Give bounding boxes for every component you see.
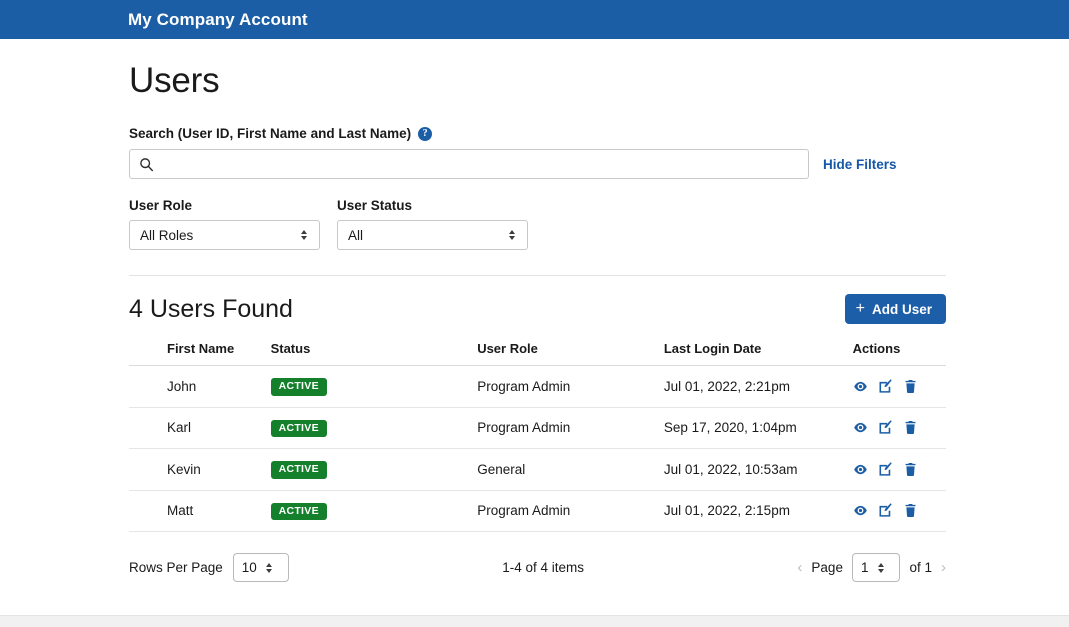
pagination-bar: Rows Per Page 10 1-4 of 4 items ‹ Page 1…: [129, 553, 946, 583]
search-label-row: Search (User ID, First Name and Last Nam…: [129, 126, 946, 141]
chevron-left-icon[interactable]: ‹: [797, 559, 802, 576]
search-input-wrapper[interactable]: [129, 149, 809, 179]
view-eye-icon[interactable]: [853, 379, 868, 394]
app-header: My Company Account: [0, 0, 1069, 39]
section-divider: [129, 275, 946, 276]
filters-row: User Role All Roles User Status All: [129, 198, 946, 250]
table-header-row: First Name Status User Role Last Login D…: [129, 341, 946, 366]
cell-actions: [852, 448, 946, 491]
table-row: Kevin ACTIVE General Jul 01, 2022, 10:53…: [129, 448, 946, 491]
footer-strip: [0, 615, 1069, 627]
add-user-label: Add User: [871, 301, 932, 317]
page-content: Users Search (User ID, First Name and La…: [0, 39, 1069, 583]
page-label: Page: [811, 560, 843, 576]
rows-per-page-value: 10: [241, 560, 257, 576]
table-row: Karl ACTIVE Program Admin Sep 17, 2020, …: [129, 407, 946, 450]
search-input[interactable]: [160, 151, 799, 177]
search-field-label: Search (User ID, First Name and Last Nam…: [129, 126, 412, 141]
cell-status: ACTIVE: [270, 365, 478, 408]
users-page: My Company Account Users Search (User ID…: [0, 0, 1069, 627]
cell-first-name: Karl: [129, 407, 271, 450]
status-badge: ACTIVE: [270, 502, 327, 521]
rows-per-page-select[interactable]: 10: [232, 553, 289, 583]
chevron-updown-icon[interactable]: [503, 230, 521, 240]
edit-pencil-icon[interactable]: [878, 379, 893, 394]
add-user-button[interactable]: + Add User: [844, 294, 946, 324]
delete-trash-icon[interactable]: [903, 462, 918, 477]
page-number-value: 1: [860, 560, 869, 576]
table-head: First Name Status User Role Last Login D…: [129, 341, 946, 366]
cell-actions: [852, 365, 946, 408]
table-row: Matt ACTIVE Program Admin Jul 01, 2022, …: [129, 490, 946, 533]
edit-pencil-icon[interactable]: [878, 503, 893, 518]
chevron-updown-icon[interactable]: [872, 562, 890, 573]
user-role-value: All Roles: [140, 227, 194, 243]
cell-status: ACTIVE: [270, 448, 478, 491]
view-eye-icon[interactable]: [853, 420, 868, 435]
cell-last-login: Jul 01, 2022, 2:21pm: [663, 365, 853, 408]
rows-per-page-label: Rows Per Page: [129, 560, 223, 576]
cell-user-role: Program Admin: [477, 365, 664, 408]
user-status-select[interactable]: All: [337, 220, 528, 250]
cell-first-name: Kevin: [129, 448, 271, 491]
status-badge: ACTIVE: [270, 419, 327, 438]
chevron-updown-icon[interactable]: [295, 230, 313, 240]
plus-icon: +: [855, 300, 865, 317]
user-status-value: All: [348, 227, 364, 243]
results-count: 4 Users Found: [129, 294, 293, 323]
cell-user-role: General: [477, 448, 664, 491]
cell-actions: [852, 490, 946, 533]
cell-first-name: John: [129, 365, 271, 408]
view-eye-icon[interactable]: [853, 462, 868, 477]
help-circle-icon[interactable]: ?: [418, 126, 433, 141]
table-body: John ACTIVE Program Admin Jul 01, 2022, …: [129, 365, 946, 533]
col-actions: Actions: [852, 341, 946, 366]
search-row: Hide Filters: [129, 149, 946, 179]
edit-pencil-icon[interactable]: [878, 462, 893, 477]
chevron-right-icon[interactable]: ›: [941, 559, 946, 576]
delete-trash-icon[interactable]: [903, 503, 918, 518]
table-row: John ACTIVE Program Admin Jul 01, 2022, …: [129, 365, 946, 408]
cell-actions: [852, 407, 946, 450]
cell-status: ACTIVE: [270, 407, 478, 450]
page-total-label: of 1: [909, 560, 932, 576]
col-first-name[interactable]: First Name: [129, 341, 271, 366]
cell-first-name: Matt: [129, 490, 271, 533]
search-icon: [139, 157, 154, 172]
col-status[interactable]: Status: [270, 341, 478, 366]
col-user-role[interactable]: User Role: [477, 341, 664, 366]
chevron-updown-icon[interactable]: [261, 562, 279, 573]
cell-last-login: Jul 01, 2022, 2:15pm: [663, 490, 853, 533]
edit-pencil-icon[interactable]: [878, 420, 893, 435]
cell-last-login: Sep 17, 2020, 1:04pm: [663, 407, 853, 450]
user-status-label: User Status: [337, 198, 413, 213]
delete-trash-icon[interactable]: [903, 420, 918, 435]
view-eye-icon[interactable]: [853, 503, 868, 518]
page-title: Users: [129, 61, 220, 100]
user-role-label: User Role: [129, 198, 193, 213]
user-role-select[interactable]: All Roles: [129, 220, 320, 250]
col-last-login[interactable]: Last Login Date: [663, 341, 853, 366]
cell-last-login: Jul 01, 2022, 10:53am: [663, 448, 853, 491]
users-table: First Name Status User Role Last Login D…: [129, 341, 946, 533]
delete-trash-icon[interactable]: [903, 379, 918, 394]
cell-user-role: Program Admin: [477, 490, 664, 533]
status-badge: ACTIVE: [270, 461, 327, 479]
status-badge: ACTIVE: [270, 378, 327, 396]
items-range-label: 1-4 of 4 items: [502, 560, 585, 576]
results-header: 4 Users Found + Add User: [129, 294, 946, 324]
filter-user-role: User Role All Roles: [129, 198, 320, 250]
cell-user-role: Program Admin: [477, 407, 664, 450]
cell-status: ACTIVE: [270, 490, 478, 533]
page-number-select[interactable]: 1: [851, 553, 901, 583]
app-title: My Company Account: [128, 9, 308, 29]
filter-user-status: User Status All: [337, 198, 528, 250]
hide-filters-link[interactable]: Hide Filters: [823, 157, 897, 172]
